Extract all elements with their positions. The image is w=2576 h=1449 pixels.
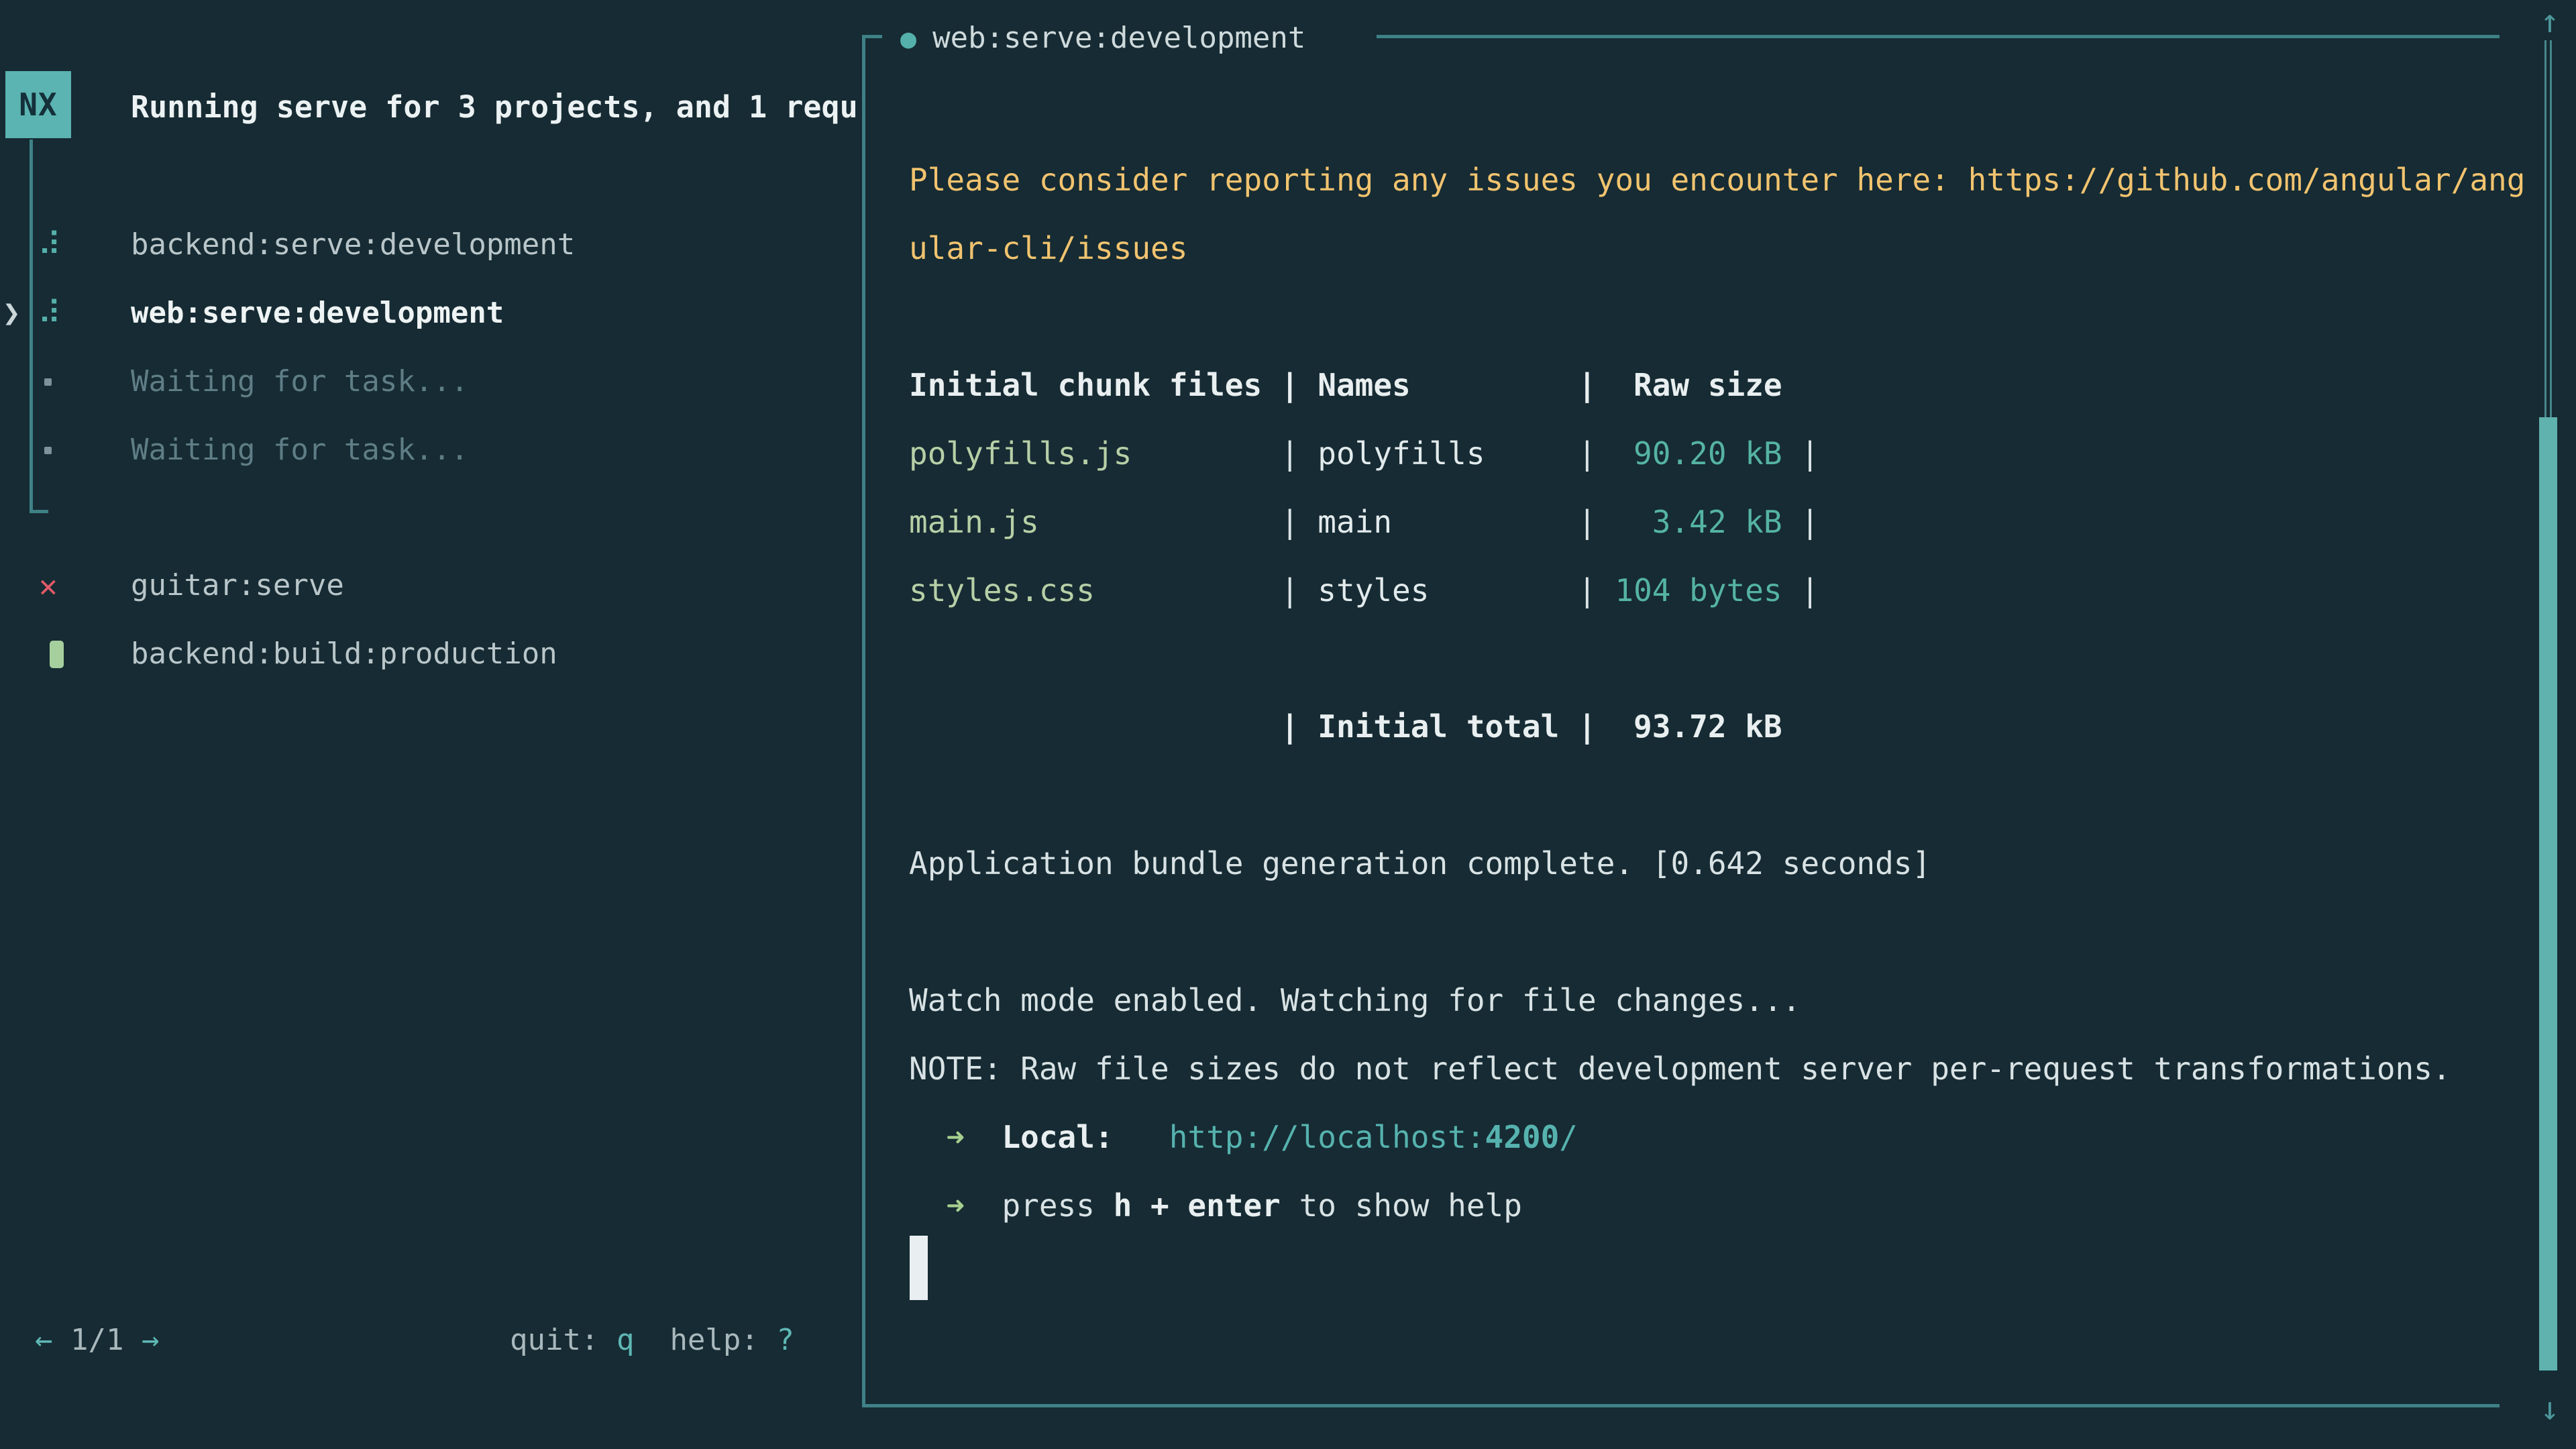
panel-title: web:serve:development <box>932 21 1305 55</box>
arrow-right-icon: ➜ <box>946 1119 965 1155</box>
arrow-right-icon: ➜ <box>946 1187 965 1224</box>
task-label-selected: web:serve:development <box>131 293 504 333</box>
chunk-size: 90.20 kB <box>1615 433 1782 474</box>
task-label: backend:build:production <box>131 634 557 674</box>
quit-hint-label: quit: <box>510 1323 616 1357</box>
terminal-cursor <box>910 1236 928 1300</box>
pager-next-arrow[interactable]: → <box>142 1323 160 1357</box>
chunk-file: polyfills.js <box>909 433 1281 474</box>
waiting-dot-icon <box>44 378 52 386</box>
scrollbar-thumb[interactable] <box>2539 417 2557 1371</box>
total-label: Initial total <box>1318 706 1578 747</box>
task-label: backend:serve:development <box>131 225 575 265</box>
issues-notice-line-1: Please consider reporting any issues you… <box>909 160 2525 200</box>
chunk-table-row: polyfills.js|polyfills|90.20 kB| <box>909 433 1819 474</box>
chunk-size: 104 bytes <box>1615 570 1782 610</box>
local-label: Local: <box>1002 1119 1113 1155</box>
chunk-table-row: styles.css|styles|104 bytes| <box>909 570 1819 610</box>
panel-border-left <box>862 35 865 1407</box>
watch-mode-line: Watch mode enabled. Watching for file ch… <box>909 980 1801 1020</box>
chunk-table-total-row: |Initial total|93.72 kB <box>909 706 1782 747</box>
help-hint-line: ➜press h + enter to show help <box>909 1185 1522 1226</box>
running-dot-icon: ● <box>900 23 916 54</box>
chunk-name: polyfills <box>1318 433 1578 474</box>
help-key: ? <box>776 1323 794 1357</box>
localhost-link[interactable]: http://localhost:4200/ <box>1169 1119 1578 1155</box>
pager-prev-arrow[interactable]: ← <box>35 1323 53 1357</box>
chunk-file: main.js <box>909 502 1281 542</box>
quit-key: q <box>616 1323 635 1357</box>
scroll-up-arrow[interactable]: ↑ <box>2533 1 2567 42</box>
scroll-down-arrow[interactable]: ↓ <box>2533 1389 2567 1429</box>
bundle-complete-line: Application bundle generation complete. … <box>909 843 1931 883</box>
task-row-backend-serve[interactable]: ⠼ backend:serve:development <box>0 225 859 265</box>
chunk-name: main <box>1318 502 1578 542</box>
spinner-icon: ⠼ <box>38 225 61 265</box>
note-line: NOTE: Raw file sizes do not reflect deve… <box>909 1049 2451 1089</box>
task-label: Waiting for task... <box>131 362 468 402</box>
pager-page-indicator: 1/1 <box>70 1323 123 1357</box>
total-size: 93.72 kB <box>1615 706 1782 747</box>
chunk-table-row: main.js|main|3.42 kB| <box>909 502 1819 542</box>
panel-border-top-stub <box>862 35 882 38</box>
chunk-table-header: Initial chunk files|Names|Raw size <box>909 365 1782 405</box>
sidebar-title: Running serve for 3 projects, and 1 requ <box>131 86 861 129</box>
panel-border-top <box>1377 35 2500 38</box>
local-url-line: ➜ Local: http://localhost:4200/ <box>909 1117 1578 1157</box>
issues-notice-line-2: ular-cli/issues <box>909 228 1187 268</box>
keyboard-hints: quit: q help: ? <box>510 1320 794 1360</box>
success-bar-icon <box>50 641 64 668</box>
help-hint-label: help: <box>669 1323 776 1357</box>
help-keys: h + enter <box>1114 1187 1281 1224</box>
chunk-file: styles.css <box>909 570 1281 610</box>
spinner-icon: ⠼ <box>38 293 61 333</box>
panel-header: ● web:serve:development <box>900 18 1305 58</box>
task-row-backend-build[interactable]: backend:build:production <box>0 634 859 674</box>
task-row-guitar-serve[interactable]: ✕ guitar:serve <box>0 566 859 606</box>
chunk-size: 3.42 kB <box>1615 502 1782 542</box>
task-row-waiting-1[interactable]: Waiting for task... <box>0 362 859 402</box>
selected-chevron-icon: ❯ <box>3 293 21 333</box>
task-label: Waiting for task... <box>131 430 468 470</box>
scrollbar-track[interactable] <box>2544 40 2552 417</box>
panel-border-bottom <box>862 1404 2500 1407</box>
chunk-name: styles <box>1318 570 1578 610</box>
waiting-dot-icon <box>44 447 52 454</box>
task-label: guitar:serve <box>131 566 344 606</box>
nx-logo: NX <box>5 71 71 138</box>
task-row-web-serve[interactable]: ❯ ⠼ web:serve:development <box>0 293 859 333</box>
task-row-waiting-2[interactable]: Waiting for task... <box>0 430 859 470</box>
pager: ← 1/1 → <box>35 1320 159 1360</box>
failed-x-icon: ✕ <box>39 566 58 606</box>
